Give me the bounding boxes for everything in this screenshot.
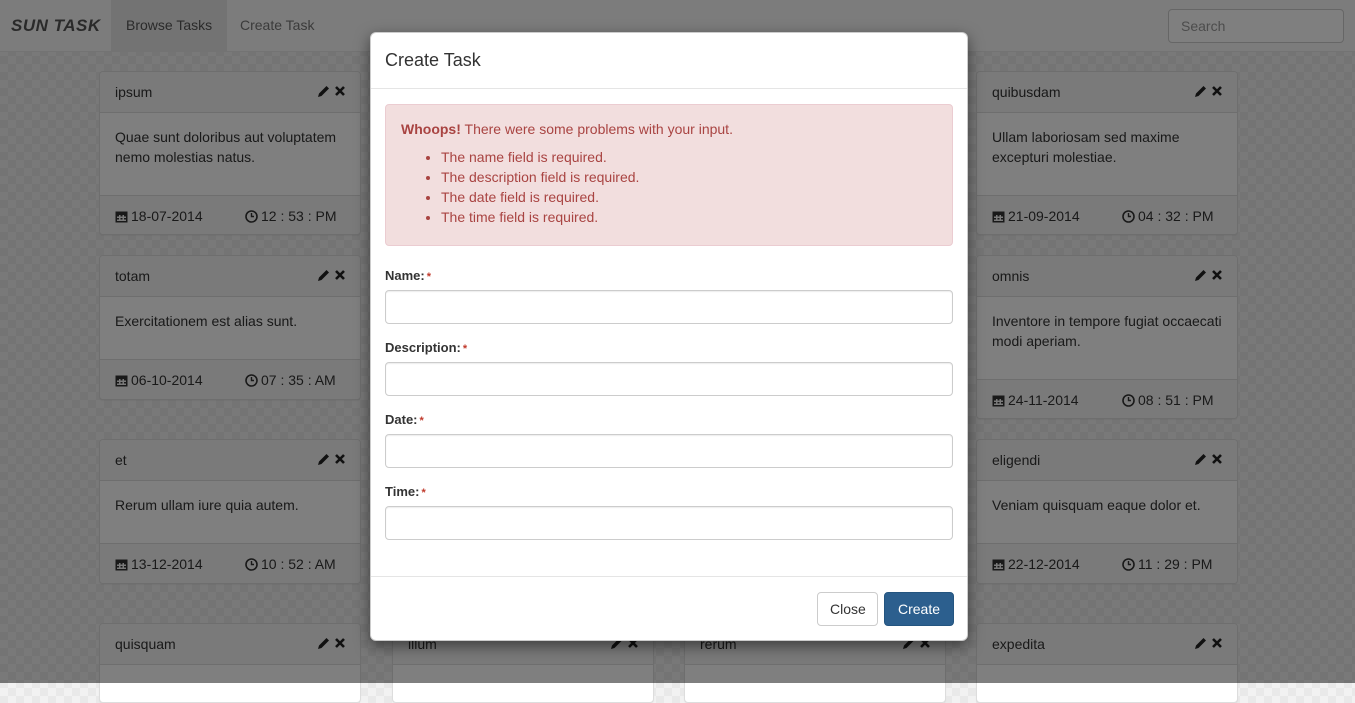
alert-heading: Whoops!: [401, 121, 461, 137]
create-button[interactable]: Create: [884, 592, 954, 626]
modal-header: Create Task: [371, 33, 967, 89]
error-alert: Whoops! There were some problems with yo…: [385, 104, 953, 246]
description-form-group: Description: *: [385, 340, 953, 396]
modal-title: Create Task: [385, 50, 481, 70]
time-label: Time: *: [385, 484, 426, 499]
name-label: Name: *: [385, 268, 432, 283]
date-label: Date: *: [385, 412, 424, 427]
error-list: The name field is required. The descript…: [401, 147, 937, 227]
create-task-modal: Create Task Whoops! There were some prob…: [370, 32, 968, 641]
error-item: The name field is required.: [441, 147, 937, 167]
name-form-group: Name: *: [385, 268, 953, 324]
alert-message: There were some problems with your input…: [460, 121, 733, 137]
required-marker: *: [419, 415, 424, 427]
description-input[interactable]: [385, 362, 953, 396]
date-input[interactable]: [385, 434, 953, 468]
required-marker: *: [421, 487, 426, 499]
name-input[interactable]: [385, 290, 953, 324]
modal-body: Whoops! There were some problems with yo…: [371, 89, 967, 540]
error-item: The description field is required.: [441, 167, 937, 187]
error-item: The time field is required.: [441, 207, 937, 227]
time-form-group: Time: *: [385, 484, 953, 540]
time-input[interactable]: [385, 506, 953, 540]
close-button[interactable]: Close: [817, 592, 878, 626]
error-item: The date field is required.: [441, 187, 937, 207]
description-label: Description: *: [385, 340, 468, 355]
date-form-group: Date: *: [385, 412, 953, 468]
required-marker: *: [462, 343, 468, 355]
required-marker: *: [426, 271, 432, 283]
modal-footer: Close Create: [371, 576, 967, 640]
